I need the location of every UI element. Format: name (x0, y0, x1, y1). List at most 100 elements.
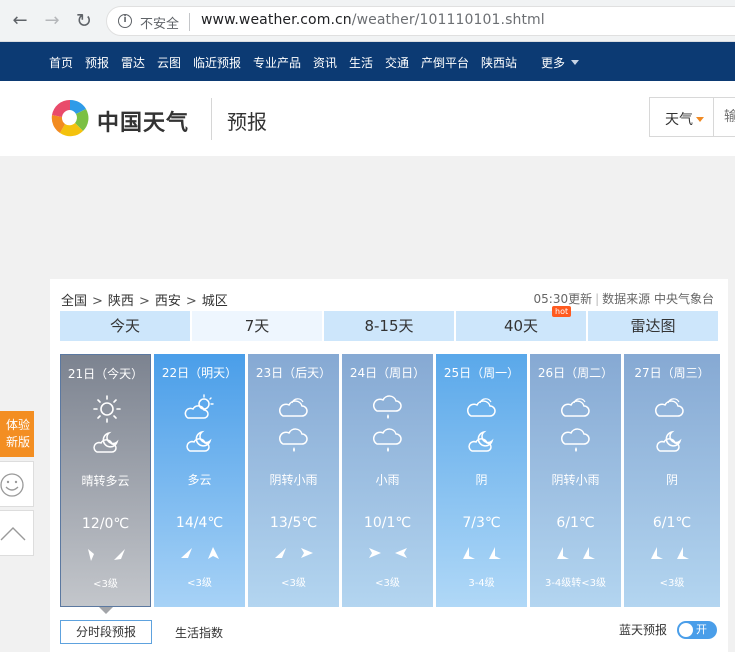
back-arrow-icon[interactable]: ← (8, 9, 32, 33)
nav-item-life[interactable]: 生活 (349, 54, 373, 71)
day-forecast-list: 21日（今天） 晴转多云 12/0℃ <3级 22日（明天） 多云 14/4℃ … (60, 354, 720, 607)
wind-direction-icon (275, 548, 313, 558)
day-description: 多云 (187, 473, 212, 487)
breadcrumb-item[interactable]: 城区 (202, 294, 228, 309)
cloud-icon (467, 398, 496, 417)
day-card[interactable]: 24日（周日） 小雨 10/1℃ <3级 (342, 354, 433, 607)
day-temperature: 7/3℃ (462, 515, 501, 531)
rain-icon (373, 428, 402, 452)
tab-40days[interactable]: 40天 hot (456, 306, 586, 341)
day-temperature: 6/1℃ (556, 515, 595, 531)
breadcrumb-item[interactable]: 陕西 (108, 294, 134, 309)
day-temperature: 6/1℃ (652, 515, 692, 531)
wind-direction-icon (463, 547, 501, 559)
site-nav: 首页 预报 雷达 云图 临近预报 专业产品 资讯 生活 交通 产倒平台 陕西站 … (0, 42, 735, 81)
nav-item-cloud[interactable]: 云图 (157, 54, 181, 71)
wind-level: <3级 (659, 578, 685, 589)
day-description: 小雨 (375, 473, 400, 487)
day-card[interactable]: 26日（周二） 阴转小雨 6/1℃ 3-4级转<3级 (530, 354, 621, 607)
forecast-panel: 全国 > 陕西 > 西安 > 城区 05:30更新 | 数据来源 中央气象台 今天 7天 8-1… (50, 279, 728, 652)
hourly-forecast-button[interactable]: 分时段预报 (60, 620, 152, 644)
tab-7days[interactable]: 7天 (192, 311, 322, 341)
day-card-today[interactable]: 21日（今天） 晴转多云 12/0℃ <3级 (60, 354, 151, 607)
breadcrumb-item[interactable]: 西安 (155, 294, 181, 309)
rain-icon (561, 428, 590, 452)
breadcrumb-separator: > (92, 294, 103, 309)
back-to-top-button[interactable] (0, 510, 34, 556)
day-temperature: 12/0℃ (81, 516, 130, 532)
wind-direction-icon (369, 548, 407, 558)
nav-item-more[interactable]: 更多 (541, 54, 580, 71)
smiley-icon (0, 473, 24, 497)
feedback-button[interactable] (0, 461, 34, 507)
search-divider (713, 98, 714, 136)
sun-icon (93, 395, 121, 423)
nav-item-news[interactable]: 资讯 (313, 54, 337, 71)
day-date: 23日（后天） (255, 366, 332, 380)
search-input[interactable] (724, 109, 735, 125)
day-date: 22日（明天） (161, 366, 238, 380)
blue-sky-toggle[interactable]: 开 (677, 621, 717, 639)
wind-level: <3级 (93, 579, 118, 590)
rain-icon (279, 428, 308, 452)
hot-badge: hot (552, 306, 572, 317)
rain-icon (373, 395, 402, 419)
nav-item-shaanxi[interactable]: 陕西站 (481, 54, 517, 71)
day-card[interactable]: 23日（后天） 阴转小雨 13/5℃ <3级 (248, 354, 339, 607)
url-host: www.weather.com.cn (201, 12, 352, 28)
day-card[interactable]: 25日（周一） 阴 7/3℃ 3-4级 (436, 354, 527, 607)
forecast-tabs: 今天 7天 8-15天 40天 hot 雷达图 (60, 306, 720, 341)
wind-direction-icon (88, 549, 125, 561)
reload-icon[interactable]: ↻ (72, 9, 96, 33)
day-temperature: 10/1℃ (363, 515, 412, 531)
partly-cloudy-night-icon (656, 430, 682, 452)
nav-item-forecast[interactable]: 预报 (85, 54, 109, 71)
chevron-up-icon (0, 527, 26, 541)
tab-today[interactable]: 今天 (60, 311, 190, 341)
partly-cloudy-day-icon (184, 394, 214, 419)
selected-day-pointer (99, 607, 113, 614)
day-description: 阴 (665, 473, 678, 487)
life-index-link[interactable]: 生活指数 (175, 624, 223, 641)
url-path: /weather/101110101.shtml (351, 12, 545, 28)
day-temperature: 14/4℃ (175, 515, 224, 531)
day-card[interactable]: 27日（周三） 阴 6/1℃ <3级 (624, 354, 720, 607)
nav-item-traffic[interactable]: 交通 (385, 54, 409, 71)
blue-sky-label: 蓝天预报 (619, 623, 668, 637)
nav-item-platform[interactable]: 产倒平台 (421, 54, 469, 71)
caret-down-icon (696, 117, 704, 122)
try-new-version-button[interactable]: 体验新版 (0, 411, 34, 457)
forward-arrow-icon[interactable]: → (40, 9, 64, 33)
wind-direction-icon (557, 547, 595, 559)
cloud-icon (655, 398, 684, 417)
toggle-label: 开 (696, 623, 707, 636)
day-date: 24日（周日） (349, 366, 426, 380)
address-bar[interactable]: i 不安全 www.weather.com.cn/weather/1011101… (106, 6, 735, 36)
breadcrumb-separator: > (185, 294, 197, 309)
header-divider (211, 98, 212, 140)
nav-more-label: 更多 (541, 56, 566, 70)
tab-8-15days[interactable]: 8-15天 (324, 311, 454, 341)
nav-item-nowcast[interactable]: 临近预报 (193, 54, 241, 71)
search-category-dropdown[interactable]: 天气 (665, 109, 704, 129)
day-description: 阴转小雨 (551, 473, 600, 487)
logo-icon[interactable] (49, 97, 91, 139)
nav-item-home[interactable]: 首页 (49, 54, 73, 71)
insecure-label: 不安全 (140, 17, 180, 32)
wind-level: <3级 (375, 578, 400, 589)
breadcrumb-item[interactable]: 全国 (61, 294, 87, 309)
url-text[interactable]: www.weather.com.cn/weather/101110101.sht… (201, 12, 545, 28)
nav-item-products[interactable]: 专业产品 (253, 54, 301, 71)
page-subtitle: 预报 (227, 110, 267, 134)
logo-text[interactable]: 中国天气 (97, 105, 189, 137)
partly-cloudy-night-icon (93, 431, 119, 453)
wind-level: 3-4级转<3级 (544, 578, 607, 589)
wind-level: 3-4级 (468, 578, 495, 589)
chevron-down-icon (571, 60, 580, 65)
tab-radar[interactable]: 雷达图 (588, 311, 718, 341)
info-icon[interactable]: i (118, 14, 132, 28)
browser-toolbar: ← → ↻ i 不安全 www.weather.com.cn/weather/1… (0, 0, 735, 42)
nav-item-radar[interactable]: 雷达 (121, 54, 145, 71)
day-card[interactable]: 22日（明天） 多云 14/4℃ <3级 (154, 354, 245, 607)
day-date: 27日（周三） (634, 366, 710, 380)
